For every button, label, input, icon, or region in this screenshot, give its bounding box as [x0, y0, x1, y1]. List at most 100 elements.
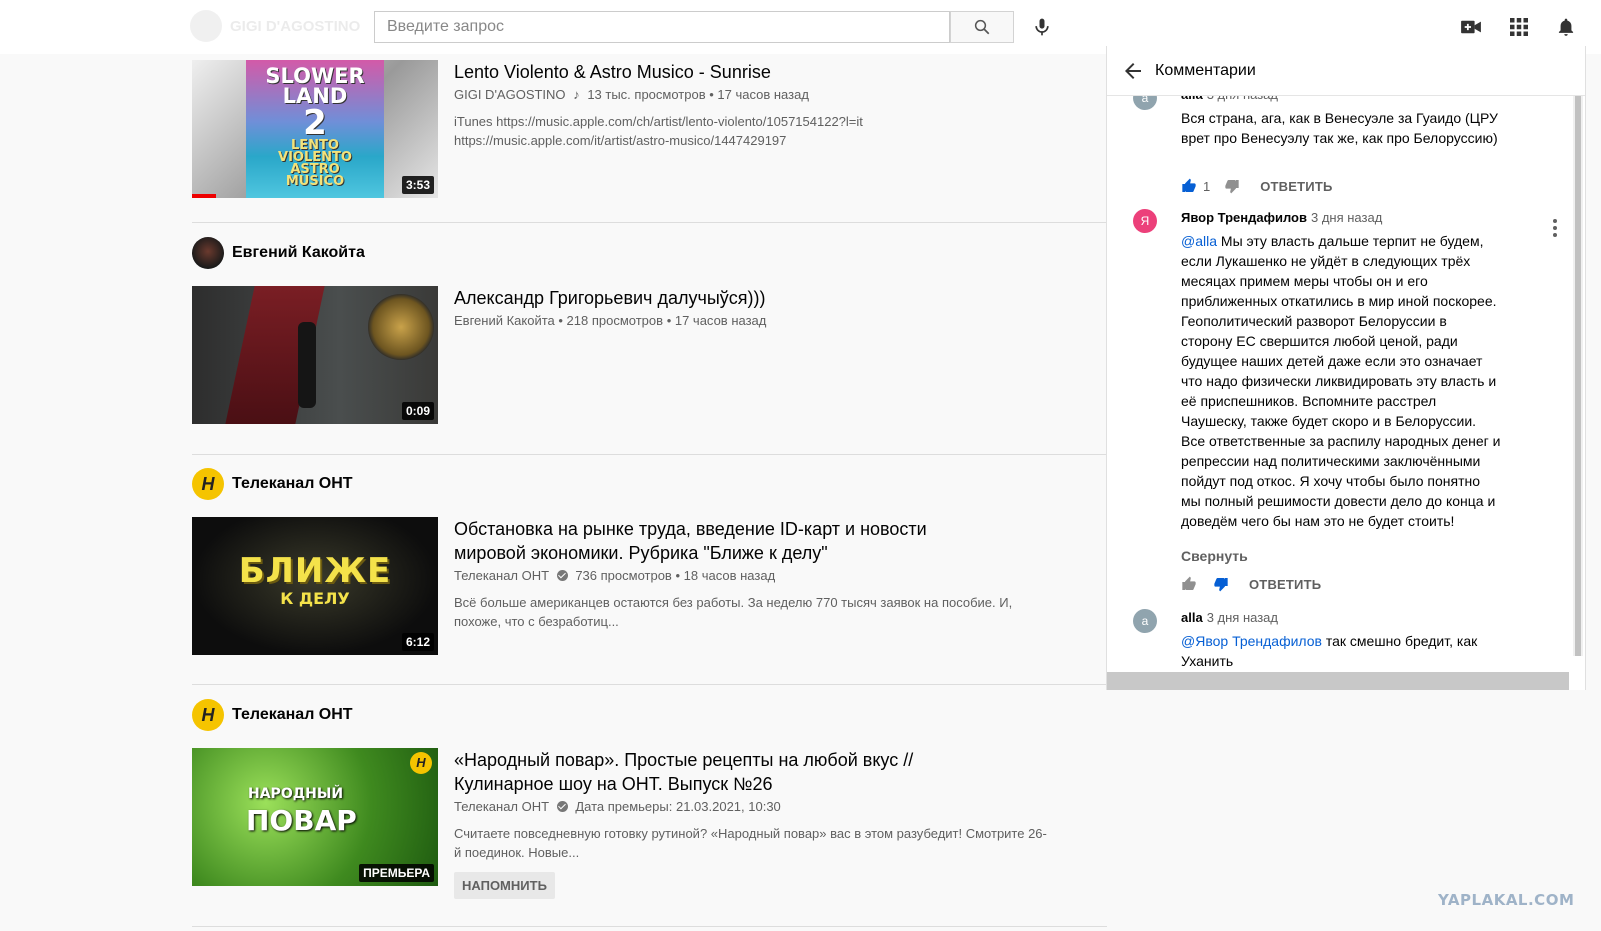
video-title[interactable]: Lento Violento & Astro Musico - Sunrise	[454, 60, 1074, 84]
video-title[interactable]: «Народный повар». Простые рецепты на люб…	[454, 748, 1074, 796]
video-info: Обстановка на рынке труда, введение ID-к…	[454, 517, 1074, 631]
bell-icon	[1558, 18, 1574, 36]
video-item[interactable]: БЛИЖЕ К ДЕЛУ 6:12 Обстановка на рынке тр…	[192, 517, 1107, 655]
notifications-button[interactable]	[1552, 13, 1580, 41]
video-info: «Народный повар». Простые рецепты на люб…	[454, 748, 1074, 899]
like-icon[interactable]	[1181, 576, 1197, 592]
channel-header[interactable]: H Телеканал ОНТ	[192, 699, 353, 731]
comment-author[interactable]: Явор Трендафилов	[1181, 210, 1307, 225]
video-title[interactable]: Обстановка на рынке труда, введение ID-к…	[454, 517, 1074, 565]
channel-link[interactable]: Евгений Какойта	[454, 313, 555, 328]
search-icon	[974, 19, 990, 35]
reply-button[interactable]: ОТВЕТИТЬ	[1260, 179, 1332, 194]
comment-text: @Явор Трендафилов так смешно бредит, как…	[1181, 633, 1478, 669]
video-item[interactable]: НАРОДНЫЙ ПОВАР H ПРЕМЬЕРА «Народный пова…	[192, 748, 1107, 908]
video-meta: Телеканал ОНТ 736 просмотров • 18 часов …	[454, 568, 776, 583]
thumbnail-subtitle: К ДЕЛУ	[280, 589, 350, 608]
video-item[interactable]: 0:09 Александр Григорьевич далучыўся))) …	[192, 286, 1107, 424]
reply-button[interactable]: ОТВЕТИТЬ	[1249, 577, 1321, 592]
channel-link[interactable]: Телеканал ОНТ	[454, 568, 549, 583]
like-icon[interactable]	[1181, 178, 1197, 194]
video-title[interactable]: Александр Григорьевич далучыўся)))	[454, 286, 1074, 310]
channel-avatar[interactable]: H	[192, 468, 224, 500]
comment-actions: ОТВЕТИТЬ	[1181, 574, 1321, 594]
channel-name[interactable]: Телеканал ОНТ	[232, 475, 353, 493]
video-duration: 6:12	[401, 633, 434, 651]
channel-name[interactable]: Евгений Какойта	[232, 244, 365, 262]
video-info: Lento Violento & Astro Musico - Sunrise …	[454, 60, 1074, 150]
divider	[192, 222, 1107, 223]
video-thumbnail[interactable]: 0:09	[192, 286, 438, 424]
channel-header[interactable]: Евгений Какойта	[192, 237, 365, 269]
upload-age: 17 часов назад	[674, 313, 767, 328]
video-meta: Телеканал ОНТ Дата премьеры: 21.03.2021,…	[454, 798, 1074, 816]
person-silhouette	[298, 322, 316, 408]
video-meta: GIGI D'AGOSTINO ♪ 13 тыс. просмотров • 1…	[454, 87, 809, 102]
comment-time[interactable]: 3 дня назад	[1207, 610, 1278, 625]
comment-time[interactable]: 3 дня назад	[1311, 210, 1382, 225]
collapse-button[interactable]: Свернуть	[1181, 548, 1248, 564]
ont-logo-icon: H	[201, 704, 215, 725]
create-video-button[interactable]	[1457, 13, 1485, 41]
comment-menu-button[interactable]	[1545, 216, 1565, 240]
logo-text: GIGI D'AGOSTINO	[230, 18, 361, 35]
premiere-date: Дата премьеры: 21.03.2021, 10:30	[575, 799, 781, 814]
channel-link[interactable]: Телеканал ОНТ	[454, 799, 549, 814]
divider	[192, 684, 1107, 685]
video-duration: 0:09	[401, 402, 434, 420]
kebab-dot-icon	[1553, 219, 1557, 223]
apps-grid-icon	[1510, 18, 1528, 36]
dislike-icon[interactable]	[1224, 178, 1240, 194]
channel-logo[interactable]: GIGI D'AGOSTINO	[190, 10, 360, 42]
avatar[interactable]: Я	[1133, 209, 1157, 233]
channel-name[interactable]: Телеканал ОНТ	[232, 706, 353, 724]
horizontal-scrollbar[interactable]	[1107, 672, 1569, 690]
video-duration: 3:53	[401, 176, 434, 194]
comment: a alla 3 дня назад @Явор Трендафилов так …	[1133, 609, 1501, 671]
divider	[192, 454, 1107, 455]
scrollbar-thumb[interactable]	[1575, 46, 1581, 656]
remind-button[interactable]: НАПОМНИТЬ	[454, 872, 555, 899]
channel-avatar[interactable]	[192, 237, 224, 269]
avatar[interactable]: a	[1133, 609, 1157, 633]
video-description: iTunes https://music.apple.com/ch/artist…	[454, 114, 863, 148]
kebab-dot-icon	[1553, 226, 1557, 230]
upload-age: 18 часов назад	[683, 568, 776, 583]
back-arrow-icon[interactable]	[1121, 59, 1145, 83]
apps-button[interactable]	[1505, 13, 1533, 41]
vertical-scrollbar[interactable]	[1573, 46, 1583, 656]
comment-actions: 1 ОТВЕТИТЬ	[1181, 176, 1333, 196]
dislike-icon[interactable]	[1213, 576, 1229, 592]
search-box[interactable]	[374, 11, 950, 43]
kebab-dot-icon	[1553, 233, 1557, 237]
channel-link[interactable]: GIGI D'AGOSTINO	[454, 87, 566, 102]
channel-header[interactable]: H Телеканал ОНТ	[192, 468, 353, 500]
ont-logo-icon: H	[410, 752, 432, 774]
video-thumbnail[interactable]: НАРОДНЫЙ ПОВАР H ПРЕМЬЕРА	[192, 748, 438, 886]
comments-panel: Комментарии a alla 3 дня назад Вся страна…	[1106, 46, 1586, 690]
comment: Я Явор Трендафилов 3 дня назад @alla Мы э…	[1133, 209, 1501, 531]
verified-icon	[556, 801, 568, 812]
channel-avatar[interactable]: H	[192, 699, 224, 731]
view-count: 13 тыс. просмотров	[587, 87, 706, 102]
voice-search-button[interactable]	[1028, 13, 1056, 41]
logo-avatar	[190, 10, 222, 42]
video-description: Всё больше американцев остаются без рабо…	[454, 595, 1013, 629]
comment-author[interactable]: alla	[1181, 610, 1203, 625]
video-thumbnail[interactable]: БЛИЖЕ К ДЕЛУ 6:12	[192, 517, 438, 655]
ont-logo-icon: H	[201, 473, 215, 494]
mention-link[interactable]: @alla	[1181, 233, 1217, 249]
verified-icon	[556, 570, 568, 581]
mention-link[interactable]: @Явор Трендафилов	[1181, 633, 1322, 649]
comment-text: @alla Мы эту власть дальше терпит не буд…	[1181, 233, 1501, 529]
video-thumbnail[interactable]: SLOWER LAND 2 LENTO VIOLENTO ASTRO MUSIC…	[192, 60, 438, 198]
search-button[interactable]	[950, 11, 1014, 43]
search-input[interactable]	[375, 12, 949, 42]
comments-title: Комментарии	[1155, 62, 1256, 79]
video-info: Александр Григорьевич далучыўся))) Евген…	[454, 286, 1074, 330]
thumbnail-title: НАРОДНЫЙ	[248, 786, 344, 802]
video-description: Считаете повседневную готовку рутиной? «…	[454, 826, 1047, 860]
video-item[interactable]: SLOWER LAND 2 LENTO VIOLENTO ASTRO MUSIC…	[192, 60, 1107, 198]
seal-emblem	[368, 294, 434, 360]
video-meta: Евгений Какойта • 218 просмотров • 17 ча…	[454, 313, 767, 328]
